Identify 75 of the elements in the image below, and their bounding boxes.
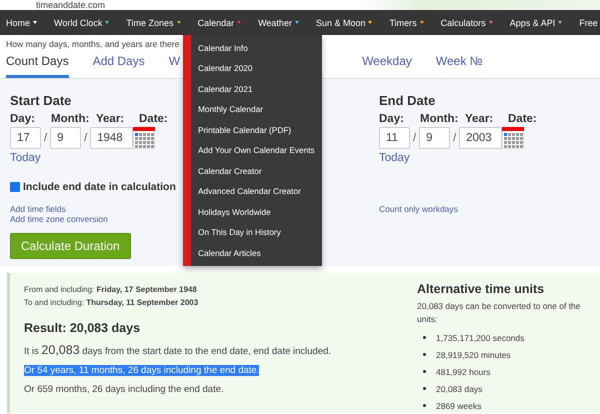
unit-value-text: 28,919,520 minutes <box>436 350 511 360</box>
dropdown-menu-item[interactable]: Calendar Info <box>198 41 322 62</box>
unit-value-text: 20,083 days <box>436 384 482 394</box>
dropdown-menu-item[interactable]: Holidays Worldwide <box>198 204 322 226</box>
bullet-icon <box>423 370 426 373</box>
calendar-icon[interactable] <box>502 127 524 149</box>
field-label: Day: <box>10 113 36 125</box>
tab[interactable]: Weekday <box>362 54 412 78</box>
nav-menu-item[interactable]: Sun & Moon <box>316 18 372 28</box>
nav-menu-item[interactable]: Time Zones <box>126 18 181 28</box>
site-logo[interactable]: timeanddate.com <box>36 1 106 10</box>
dropdown-menu-item[interactable]: Calendar 2020 <box>198 61 322 82</box>
checkbox[interactable] <box>10 182 20 192</box>
nav-menu-item[interactable]: Free <box>579 18 598 28</box>
separator-text: / <box>84 132 88 144</box>
nav-menu-item[interactable]: Weather <box>258 18 299 28</box>
day-input[interactable]: 17 <box>10 127 41 149</box>
field-label: Year: <box>96 113 126 125</box>
dropdown-menu-item[interactable]: Calendar 2021 <box>198 82 322 102</box>
year-input[interactable]: 2003 <box>459 127 502 149</box>
year-input[interactable]: 1948 <box>90 127 134 149</box>
separator-text: / <box>44 132 48 144</box>
bullet-icon <box>423 336 426 339</box>
day-input[interactable]: 11 <box>379 127 410 149</box>
field-label: Year: <box>465 113 494 125</box>
option-link[interactable]: Count only workdays <box>379 204 458 214</box>
bullet-icon <box>423 404 426 407</box>
today-link[interactable]: Today <box>10 152 41 164</box>
month-input[interactable]: 9 <box>50 127 82 149</box>
nav-menu-item[interactable]: Apps & API <box>510 18 562 28</box>
result-text: Or 54 years, 11 months, 26 days including the end date. <box>24 365 260 376</box>
tab[interactable]: W <box>168 54 180 78</box>
nav-menu-item[interactable]: Timers <box>389 18 424 28</box>
dropdown-menu-item[interactable]: Add Your Own Calendar Events <box>198 143 322 164</box>
field-label: Date: <box>508 113 537 125</box>
nav-menu-item[interactable]: World Clock <box>54 18 110 28</box>
option-link[interactable]: Add time zone conversion <box>10 214 108 224</box>
from-text: From and including: Friday, 17 September 1948 <box>24 284 198 296</box>
result-text: It is 20,083 days from the start date to the end date, end date included. <box>24 346 332 357</box>
dropdown-menu-item[interactable]: Advanced Calendar Creator <box>198 184 322 205</box>
calendar-icon[interactable] <box>133 127 156 149</box>
bullet-icon <box>423 353 426 356</box>
alt-units-text: 20,083 days can be converted to one of the <box>417 300 581 313</box>
field-label: Month: <box>51 113 90 125</box>
dropdown-menu-item[interactable]: On This Day in History <box>198 225 322 246</box>
unit-value-text: 1,735,171,200 seconds <box>436 332 524 342</box>
dropdown-menu-item[interactable]: Monthly Calendar <box>198 102 322 123</box>
field-label: Month: <box>420 113 460 125</box>
option-link[interactable]: Add time fields <box>10 204 66 214</box>
unit-value-text: 2869 weeks <box>436 400 482 410</box>
tab[interactable]: Add Days <box>92 54 145 78</box>
tab[interactable]: Week № <box>436 54 483 78</box>
dropdown-menu-item[interactable]: Calendar Articles <box>198 246 322 266</box>
separator-text: / <box>453 132 456 144</box>
month-input[interactable]: 9 <box>419 127 450 149</box>
result-heading: Result: 20,083 days <box>24 321 142 335</box>
to-text: To and including: Thursday, 11 September 2003 <box>24 297 200 309</box>
field-label: Date: <box>139 113 168 125</box>
nav-menu-item[interactable]: Home <box>6 18 38 28</box>
separator-text: / <box>413 132 416 144</box>
unit-value-text: 481,992 hours <box>436 366 490 376</box>
field-label: Day: <box>379 113 405 125</box>
dropdown-menu-item[interactable]: Printable Calendar (PDF) <box>198 122 322 144</box>
dropdown-menu-item[interactable]: Calendar Creator <box>198 164 322 184</box>
checkbox-label: Include end date in calculation <box>23 181 176 193</box>
result-text: Or 659 months, 26 days including the end date. <box>24 384 224 395</box>
alt-units-heading: Alternative time units <box>417 282 546 296</box>
section-heading: End Date <box>379 93 436 108</box>
nav-menu-item[interactable]: Calendar <box>198 18 242 28</box>
nav-menu-item[interactable]: Calculators <box>440 18 493 28</box>
bullet-icon <box>423 387 426 390</box>
alt-units-text: units: <box>417 313 438 326</box>
intro-text: How many days, months, and years are there <box>6 39 180 49</box>
today-link[interactable]: Today <box>379 152 410 164</box>
section-heading: Start Date <box>10 93 72 108</box>
